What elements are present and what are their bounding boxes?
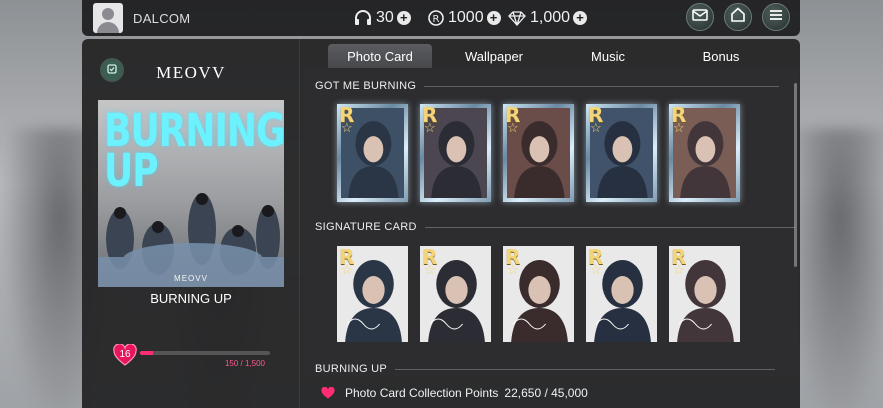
level-progress-fill: [140, 351, 153, 355]
photo-card[interactable]: R ☆: [420, 104, 491, 202]
star-icon: ☆: [341, 262, 353, 277]
photo-card[interactable]: R ☆: [420, 246, 491, 342]
level-progress-bar: [140, 351, 270, 355]
rarity-badge: R ☆: [339, 247, 365, 281]
mail-button[interactable]: [686, 3, 714, 31]
album-title: BURNING UP: [150, 291, 232, 306]
r-coin-count: 1000: [448, 9, 484, 26]
card-list[interactable]: GOT ME BURNING R ☆ R ☆ R ☆ R ☆ R ☆ SIGNATURE CARD…: [304, 69, 798, 378]
rarity-badge: R ☆: [422, 105, 448, 139]
section-divider: [395, 368, 776, 370]
photo-card[interactable]: R ☆: [586, 104, 657, 202]
section-title-text: BURNING UP: [315, 363, 388, 375]
top-bar: DALCOM 30 + R 1000 + 1,000 +: [82, 0, 800, 36]
star-icon: ☆: [507, 120, 519, 135]
add-r-coin-button[interactable]: +: [486, 11, 501, 25]
username: DALCOM: [133, 10, 191, 26]
tab-photo-card[interactable]: Photo Card: [328, 44, 432, 68]
menu-icon: [769, 8, 783, 26]
diamond-currency: 1,000 +: [508, 0, 588, 36]
rarity-badge: R ☆: [671, 105, 697, 139]
level-value: 16: [119, 349, 131, 360]
card-row-signature: R ☆ R ☆ R ☆ R ☆ R ☆: [337, 246, 740, 342]
rarity-badge: R ☆: [671, 247, 697, 281]
album-cover-brand: MEOVV: [174, 274, 208, 283]
photo-card[interactable]: R ☆: [669, 104, 740, 202]
collection-points-value: 22,650 / 45,000: [504, 386, 588, 400]
photo-card[interactable]: R ☆: [669, 246, 740, 342]
home-button[interactable]: [724, 3, 752, 31]
collection-points-label: Photo Card Collection Points: [345, 386, 499, 400]
rarity-badge: R ☆: [505, 247, 531, 281]
section-divider: [424, 85, 780, 87]
star-icon: ☆: [424, 120, 436, 135]
album-sidebar: MEOVV BURNING UP MEOVV BURNING UP 16 150…: [82, 39, 300, 408]
photo-card[interactable]: R ☆: [337, 246, 408, 342]
tab-wallpaper[interactable]: Wallpaper: [432, 44, 556, 68]
tab-bonus[interactable]: Bonus: [660, 44, 782, 68]
artist-name: MEOVV: [156, 63, 226, 82]
star-icon: ☆: [341, 120, 353, 135]
star-icon: ☆: [590, 120, 602, 135]
star-icon: ☆: [673, 262, 685, 277]
section-title-text: SIGNATURE CARD: [315, 221, 417, 233]
tab-bar: Photo Card Wallpaper Music Bonus: [328, 44, 798, 68]
card-row-got-me-burning: R ☆ R ☆ R ☆ R ☆ R ☆: [337, 104, 740, 202]
collection-points: Photo Card Collection Points 22,650 / 45…: [304, 378, 798, 408]
rarity-badge: R ☆: [505, 105, 531, 139]
star-icon: ☆: [673, 120, 685, 135]
star-icon: ☆: [590, 262, 602, 277]
home-icon: [730, 7, 746, 27]
rarity-badge: R ☆: [588, 105, 614, 139]
menu-button[interactable]: [762, 3, 790, 31]
headphones-count: 30: [376, 9, 394, 26]
add-diamond-button[interactable]: +: [573, 11, 588, 25]
section-title-text: GOT ME BURNING: [315, 80, 417, 92]
star-icon: ☆: [507, 262, 519, 277]
rarity-badge: R ☆: [339, 105, 365, 139]
avatar[interactable]: [93, 3, 123, 33]
photo-card[interactable]: R ☆: [503, 246, 574, 342]
rarity-badge: R ☆: [588, 247, 614, 281]
headphones-icon: [354, 10, 372, 26]
r-coin-currency: R 1000 +: [428, 0, 501, 36]
section-divider: [424, 226, 795, 228]
level-progress-text: 150 / 1,500: [224, 359, 265, 368]
add-headphones-button[interactable]: +: [396, 11, 411, 25]
star-icon: ☆: [424, 262, 436, 277]
rarity-badge: R ☆: [422, 247, 448, 281]
photo-card[interactable]: R ☆: [586, 246, 657, 342]
mail-icon: [692, 8, 708, 26]
collection-panel: MEOVV BURNING UP MEOVV BURNING UP 16 150…: [82, 39, 800, 408]
tab-music[interactable]: Music: [556, 44, 660, 68]
heart-icon: [321, 387, 335, 399]
photo-card[interactable]: R ☆: [503, 104, 574, 202]
section-title: GOT ME BURNING: [315, 80, 780, 92]
r-coin-icon: R: [428, 10, 444, 26]
album-cover[interactable]: BURNING UP MEOVV: [98, 100, 284, 287]
section-title: SIGNATURE CARD: [315, 221, 795, 233]
diamond-count: 1,000: [530, 9, 571, 26]
headphones-currency: 30 +: [354, 0, 411, 36]
scrollbar[interactable]: [794, 83, 797, 267]
section-title: BURNING UP: [315, 363, 776, 375]
diamond-icon: [508, 10, 526, 26]
album-cover-figures: [98, 193, 284, 287]
photo-card[interactable]: R ☆: [337, 104, 408, 202]
svg-text:R: R: [433, 14, 440, 25]
